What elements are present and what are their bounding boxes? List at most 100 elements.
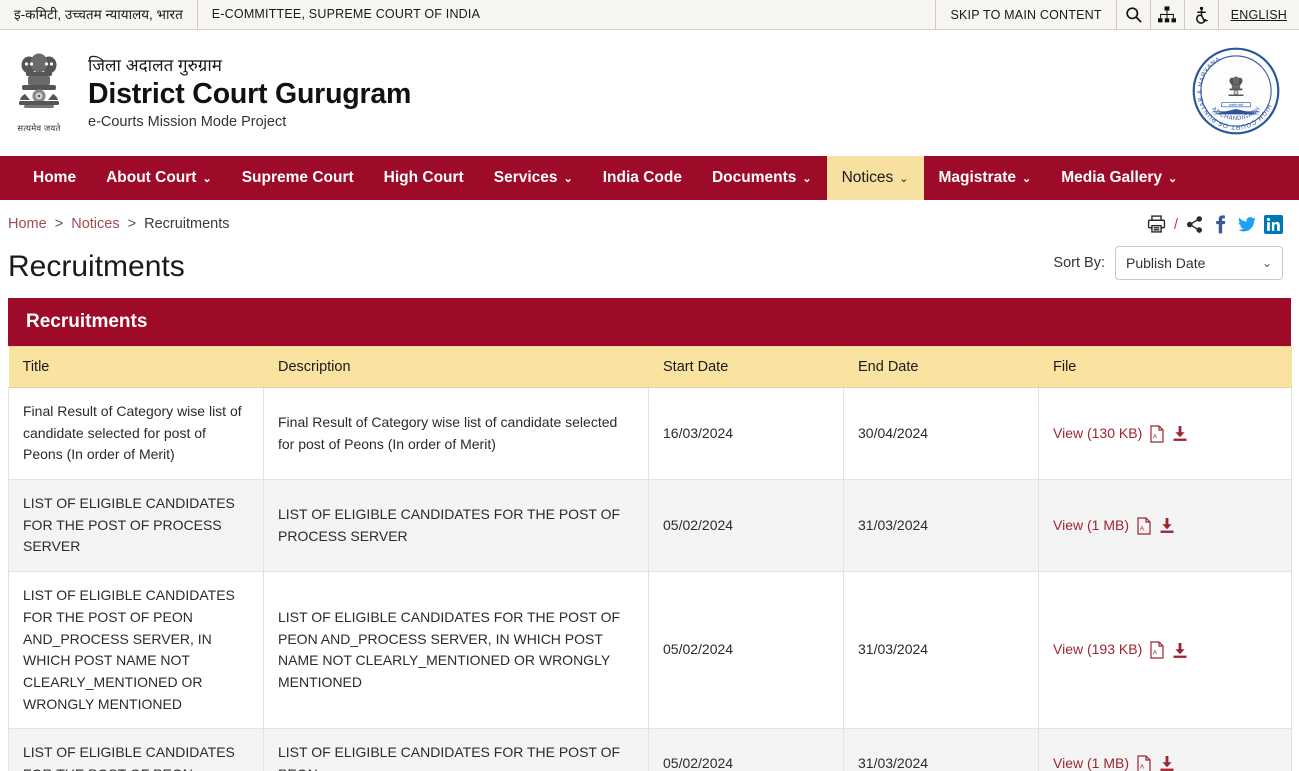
chevron-down-icon: ⌄ [1261,256,1272,270]
cell-start-date: 05/02/2024 [648,571,844,730]
ecommittee-english-label: E-COMMITTEE, SUPREME COURT OF INDIA [211,7,481,21]
cell-file: View (130 KB) A [1038,386,1292,481]
share-toolbar: / [1146,214,1291,234]
chevron-down-icon: ⌄ [563,172,573,185]
download-icon[interactable] [1172,425,1188,442]
emblem-motto: सत्यमेव जयते [17,123,61,133]
chevron-down-icon: ⌄ [202,172,212,185]
file-cell-group: View (1 MB) A [1053,753,1277,771]
nav-item-india-code[interactable]: India Code [588,156,697,200]
nav-item-high-court[interactable]: High Court [369,156,479,200]
file-cell-group: View (193 KB) A [1053,639,1277,661]
table-header-row: Title Description Start Date End Date Fi… [8,346,1292,388]
chevron-down-icon: ⌄ [1168,172,1178,185]
view-file-link[interactable]: View (193 KB) [1053,639,1142,661]
share-icon[interactable] [1185,215,1204,234]
cell-start-date: 16/03/2024 [648,386,844,481]
breadcrumb-home[interactable]: Home [8,216,47,232]
print-icon[interactable] [1146,214,1167,234]
main-navigation: Home About Court ⌄ Supreme Court High Co… [0,156,1299,200]
nav-label: Services [493,169,558,186]
cell-file: View (1 MB) A [1038,479,1292,573]
facebook-icon[interactable] [1211,214,1230,234]
pdf-icon[interactable]: A [1149,641,1165,659]
cell-title: LIST OF ELIGIBLE CANDIDATES FOR THE POST… [8,571,264,730]
table-row: LIST OF ELIGIBLE CANDIDATES FOR THE POST… [8,728,1292,771]
cell-description: Final Result of Category wise list of ca… [263,386,649,481]
pdf-icon[interactable]: A [1136,755,1152,771]
page-title: Recruitments [8,249,185,283]
cell-end-date: 30/04/2024 [843,386,1039,481]
language-selector-link[interactable]: ENGLISH [1219,0,1299,29]
topbar-left-group: इ-कमिटी, उच्चतम न्यायालय, भारत E-COMMITT… [0,0,494,29]
breadcrumb-row: Home > Notices > Recruitments / [8,200,1291,240]
view-file-link[interactable]: View (1 MB) [1053,515,1129,537]
cell-end-date: 31/03/2024 [843,571,1039,730]
column-header-end-date: End Date [843,346,1039,388]
download-icon[interactable] [1159,755,1175,771]
site-title-hindi: जिला अदालत गुरुग्राम [88,55,222,75]
national-emblem: सत्यमेव जयते [8,52,70,134]
cell-description: LIST OF ELIGIBLE CANDIDATES FOR THE POST… [263,571,649,730]
file-cell-group: View (1 MB) A [1053,515,1277,537]
page-site-title: District Court Gurugram [88,78,412,111]
breadcrumb-separator: > [54,216,64,232]
linkedin-icon[interactable] [1264,214,1283,234]
nav-item-about-court[interactable]: About Court ⌄ [91,156,227,200]
page-title-row: Recruitments Sort By: Publish Date ⌄ [8,240,1291,298]
pdf-icon[interactable]: A [1136,516,1152,535]
share-divider: / [1173,215,1178,233]
nav-label: Notices [841,169,894,186]
main-content: Home > Notices > Recruitments / Recruitm… [0,200,1299,771]
nav-label: About Court [106,169,197,186]
pdf-icon[interactable]: A [1149,424,1165,443]
file-cell-group: View (130 KB) A [1053,423,1277,445]
nav-label: Home [33,169,77,186]
nav-item-notices[interactable]: Notices ⌄ [826,156,924,200]
nav-item-home[interactable]: Home [18,156,91,200]
column-header-description: Description [263,346,649,388]
nav-item-documents[interactable]: Documents ⌄ [697,156,827,200]
nav-item-media-gallery[interactable]: Media Gallery ⌄ [1046,156,1192,200]
breadcrumb-notices[interactable]: Notices [71,216,119,232]
top-utility-bar: इ-कमिटी, उच्चतम न्यायालय, भारत E-COMMITT… [0,0,1299,30]
sort-by-select[interactable]: Publish Date ⌄ [1115,246,1283,280]
nav-label: Media Gallery [1061,169,1163,186]
skip-to-main-content-link[interactable]: SKIP TO MAIN CONTENT [936,0,1117,29]
column-header-file: File [1038,346,1292,388]
ashoka-emblem-icon [19,53,59,108]
table-row: Final Result of Category wise list of ca… [8,386,1292,481]
breadcrumb: Home > Notices > Recruitments [8,216,230,232]
chevron-down-icon: ⌄ [802,172,812,185]
recruitments-table-wrapper: Recruitments Title Description Start Dat… [8,298,1292,771]
cell-end-date: 31/03/2024 [843,479,1039,573]
site-identity: जिला अदालत गुरुग्राम District Court Guru… [88,55,411,131]
nav-label: High Court [383,169,464,186]
high-court-seal: HIGH COURT OF PUNJAB & HARYANA AT CHANDI… [1191,46,1281,141]
cell-title: LIST OF ELIGIBLE CANDIDATES FOR THE POST… [8,479,264,573]
nav-item-services[interactable]: Services ⌄ [479,156,588,200]
nav-item-supreme-court[interactable]: Supreme Court [227,156,369,200]
svg-text:सत्यमेव जयते: सत्यमेव जयते [1229,103,1244,107]
view-file-link[interactable]: View (130 KB) [1053,423,1142,445]
high-court-seal-icon: HIGH COURT OF PUNJAB & HARYANA AT CHANDI… [1192,47,1280,134]
nav-label: India Code [602,169,682,186]
nav-item-magistrate[interactable]: Magistrate ⌄ [924,156,1047,200]
cell-file: View (193 KB) A [1038,571,1292,730]
svg-text:A: A [1153,651,1157,657]
recruitments-table-caption: Recruitments [8,298,1291,346]
twitter-icon[interactable] [1237,215,1257,234]
cell-description: LIST OF ELIGIBLE CANDIDATES FOR THE POST… [263,479,649,573]
accessibility-icon[interactable] [1185,0,1219,29]
view-file-link[interactable]: View (1 MB) [1053,753,1129,771]
cell-file: View (1 MB) A [1038,728,1292,771]
ecommittee-hindi-label: इ-कमिटी, उच्चतम न्यायालय, भारत [0,0,198,29]
search-icon[interactable] [1117,0,1151,29]
recruitments-table: Title Description Start Date End Date Fi… [8,346,1292,771]
table-row: LIST OF ELIGIBLE CANDIDATES FOR THE POST… [8,479,1292,573]
breadcrumb-separator: > [127,216,137,232]
download-icon[interactable] [1159,517,1175,534]
download-icon[interactable] [1172,642,1188,659]
nav-label: Documents [711,169,797,186]
sitemap-icon[interactable] [1151,0,1185,29]
